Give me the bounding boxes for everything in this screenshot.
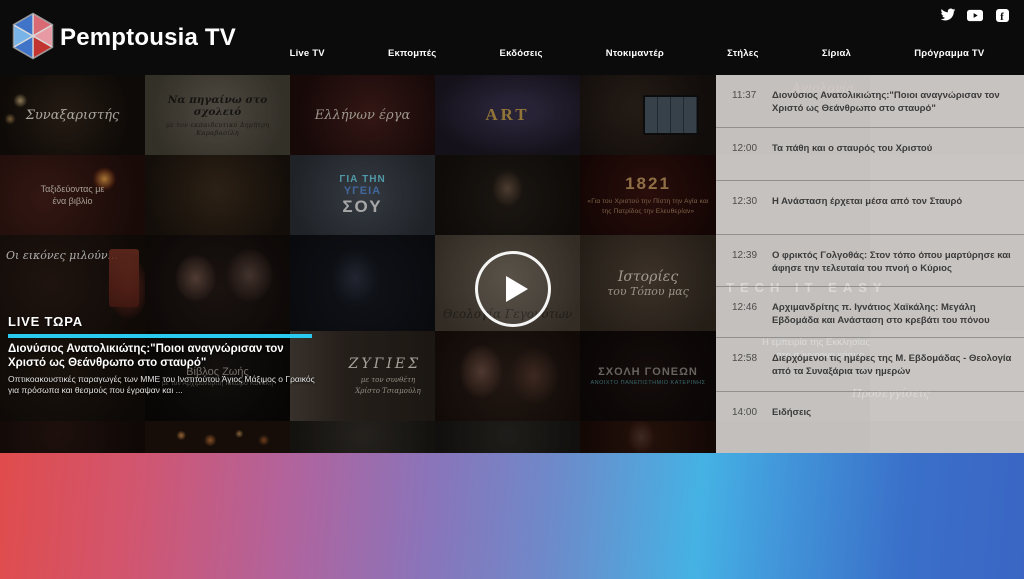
schedule-time: 12:58 [732,352,772,364]
nav-live-tv[interactable]: Live TV [290,48,325,59]
schedule-row[interactable]: 12:39 Ο φρικτός Γολγοθάς: Στον τόπο όπου… [716,235,1024,287]
schedule-row[interactable]: 12:58 Διερχόμενοι τις ημέρες της Μ. Εβδο… [716,338,1024,392]
play-icon [506,276,528,302]
schedule-row[interactable]: 14:00 Ειδήσεις [716,392,1024,448]
nav-stiles[interactable]: Στήλες [727,48,759,59]
live-program-description: Οπτικοακουστικές παραγωγές των ΜΜΕ του Ι… [8,374,316,396]
schedule-title: Ειδήσεις [772,406,815,419]
nav-ekpompes[interactable]: Εκπομπές [388,48,436,59]
brand-title: Pemptousia TV [60,0,236,75]
nav-programma-tv[interactable]: Πρόγραμμα TV [914,48,984,59]
schedule-time: 14:00 [732,406,772,418]
facebook-icon[interactable]: f [994,7,1010,23]
footer-gradient-banner [0,453,1024,579]
schedule-title: Διερχόμενοι τις ημέρες της Μ. Εβδομάδας … [772,352,1016,379]
schedule-time: 11:37 [732,89,772,101]
schedule-title: Ο φρικτός Γολγοθάς: Στον τόπο όπου μαρτύ… [772,249,1016,276]
schedule-title: Η Ανάσταση έρχεται μέσα από τον Σταυρό [772,195,966,208]
schedule-title: Τα πάθη και ο σταυρός του Χριστού [772,142,936,155]
live-program-title: Διονύσιος Ανατολικιώτης:"Ποιοι αναγνώρισ… [8,342,316,371]
schedule-row[interactable]: 12:46 Αρχιμανδρίτης π. Ιγνάτιος Χαϊκάλης… [716,287,1024,338]
schedule-title: Διονύσιος Ανατολικιώτης:"Ποιοι αναγνώρισ… [772,89,1016,116]
social-links: f [940,7,1010,23]
program-schedule-panel: 11:37 Διονύσιος Ανατολικιώτης:"Ποιοι ανα… [716,75,1024,453]
schedule-time: 12:30 [732,195,772,207]
schedule-title: Αρχιμανδρίτης π. Ιγνάτιος Χαϊκάλης: Μεγά… [772,301,1016,328]
schedule-time: 12:39 [732,249,772,261]
schedule-row[interactable]: 12:30 Η Ανάσταση έρχεται μέσα από τον Στ… [716,181,1024,235]
play-button[interactable] [475,251,551,327]
live-now-badge: LIVE ΤΩΡΑ [8,314,316,329]
top-navigation-bar: Pemptousia TV Live TV Εκπομπές Εκδόσεις … [0,0,1024,75]
schedule-time: 12:00 [732,142,772,154]
schedule-row[interactable]: 12:00 Τα πάθη και ο σταυρός του Χριστού [716,128,1024,181]
pemptousia-logo-icon[interactable] [8,10,58,62]
nav-sirial[interactable]: Σίριαλ [822,48,851,59]
schedule-row[interactable]: 11:37 Διονύσιος Ανατολικιώτης:"Ποιοι ανα… [716,75,1024,128]
main-nav: Live TV Εκπομπές Εκδόσεις Ντοκιμαντέρ Στ… [258,42,1016,64]
schedule-time: 12:46 [732,301,772,313]
pemptousia-tv-page: Pemptousia TV Live TV Εκπομπές Εκδόσεις … [0,0,1024,579]
youtube-icon[interactable] [967,7,983,23]
live-now-overlay: LIVE ΤΩΡΑ Διονύσιος Ανατολικιώτης:"Ποιοι… [8,314,316,396]
nav-ekdoseis[interactable]: Εκδόσεις [500,48,543,59]
twitter-icon[interactable] [940,7,956,23]
nav-ntokimanter[interactable]: Ντοκιμαντέρ [606,48,664,59]
live-accent-bar [8,334,312,338]
